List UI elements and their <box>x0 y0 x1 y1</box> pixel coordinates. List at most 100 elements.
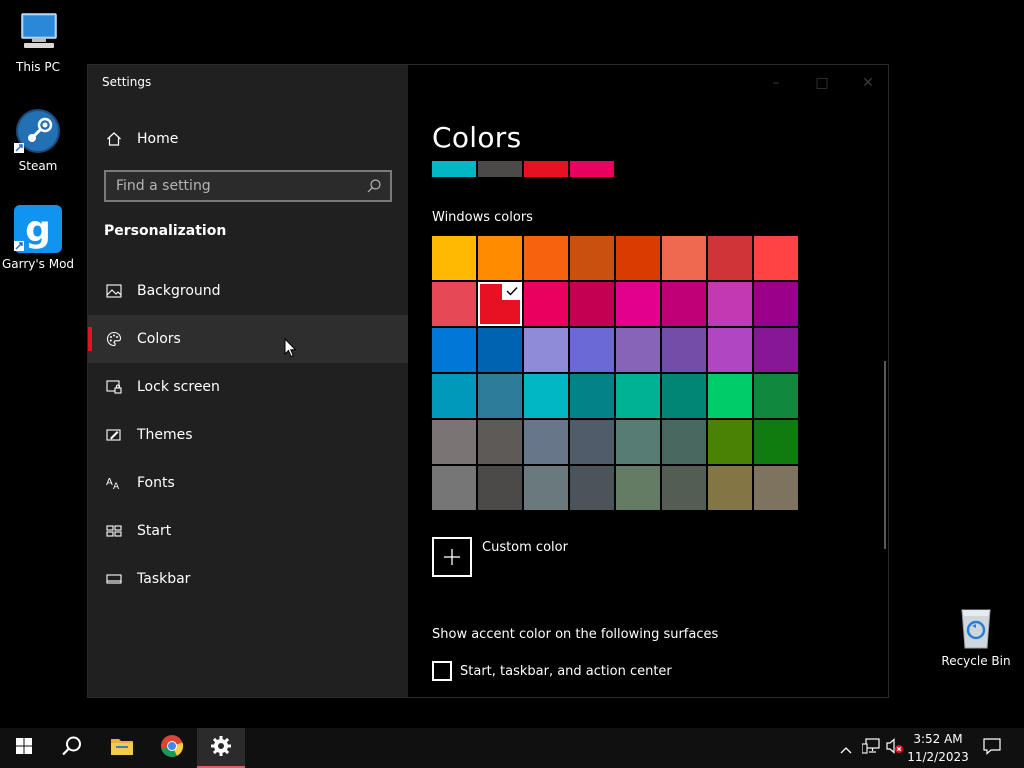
color-swatch[interactable] <box>754 328 798 372</box>
color-swatch[interactable] <box>708 374 752 418</box>
color-swatch[interactable] <box>662 328 706 372</box>
color-swatch[interactable] <box>570 466 614 510</box>
custom-color-button[interactable]: Custom color <box>432 537 568 577</box>
sidebar-item-taskbar[interactable]: Taskbar <box>88 555 408 603</box>
close-button[interactable]: ✕ <box>858 73 878 93</box>
color-swatch[interactable] <box>570 282 614 326</box>
volume-button[interactable] <box>884 728 906 768</box>
color-swatch[interactable] <box>754 282 798 326</box>
accent-start-taskbar-option[interactable]: Start, taskbar, and action center <box>432 661 672 681</box>
color-swatch[interactable] <box>708 236 752 280</box>
color-swatch[interactable] <box>570 420 614 464</box>
computer-icon <box>14 8 62 56</box>
color-swatch[interactable] <box>478 282 522 326</box>
custom-color-label: Custom color <box>482 540 568 555</box>
color-swatch[interactable] <box>754 420 798 464</box>
desktop-icon-recycle-bin[interactable]: Recycle Bin <box>938 602 1014 668</box>
color-swatch[interactable] <box>662 374 706 418</box>
desktop-icon-garrys-mod[interactable]: g Garry's Mod <box>0 205 76 271</box>
color-swatch[interactable] <box>754 466 798 510</box>
color-swatch[interactable] <box>478 328 522 372</box>
desktop-icon-label: Garry's Mod <box>1 257 75 271</box>
color-swatch[interactable] <box>570 374 614 418</box>
color-swatch[interactable] <box>662 236 706 280</box>
minimize-button[interactable]: – <box>766 73 786 93</box>
color-swatch[interactable] <box>570 236 614 280</box>
desktop-icon-this-pc[interactable]: This PC <box>0 8 76 74</box>
accent-surfaces-title: Show accent color on the following surfa… <box>432 627 719 642</box>
mouse-cursor-icon <box>284 337 298 358</box>
color-swatch[interactable] <box>708 420 752 464</box>
recent-color-swatch[interactable] <box>570 161 614 177</box>
sidebar-item-label: Home <box>137 131 179 147</box>
color-swatch[interactable] <box>524 374 568 418</box>
sidebar-item-lock-screen[interactable]: Lock screen <box>88 363 408 411</box>
color-swatch[interactable] <box>478 236 522 280</box>
color-swatch[interactable] <box>478 420 522 464</box>
chrome-button[interactable] <box>148 728 196 768</box>
file-explorer-button[interactable] <box>98 728 146 768</box>
accent-start-taskbar-checkbox[interactable] <box>432 661 452 681</box>
colors-page: – □ ✕ Colors Windows colors Custom color… <box>408 65 888 697</box>
color-swatch[interactable] <box>524 420 568 464</box>
color-swatch[interactable] <box>524 236 568 280</box>
recent-color-swatch[interactable] <box>432 161 476 177</box>
color-swatch[interactable] <box>524 466 568 510</box>
color-swatch[interactable] <box>616 420 660 464</box>
color-swatch[interactable] <box>478 466 522 510</box>
color-swatch[interactable] <box>432 420 476 464</box>
network-button[interactable] <box>860 728 882 768</box>
clock-time: 3:52 AM <box>913 732 963 746</box>
color-swatch[interactable] <box>662 420 706 464</box>
color-swatch[interactable] <box>478 374 522 418</box>
sidebar-item-label: Themes <box>137 427 193 443</box>
desktop-icon-label: This PC <box>16 60 60 74</box>
color-swatch[interactable] <box>570 328 614 372</box>
color-swatch[interactable] <box>708 466 752 510</box>
sidebar-item-themes[interactable]: Themes <box>88 411 408 459</box>
recent-color-swatch[interactable] <box>478 161 522 177</box>
color-swatch[interactable] <box>662 282 706 326</box>
recent-colors <box>432 161 614 177</box>
lock-screen-icon <box>105 378 123 396</box>
sidebar-item-label: Fonts <box>137 475 175 491</box>
sidebar-item-background[interactable]: Background <box>88 267 408 315</box>
color-swatch[interactable] <box>662 466 706 510</box>
color-swatch[interactable] <box>524 282 568 326</box>
color-swatch[interactable] <box>432 466 476 510</box>
sidebar-item-home[interactable]: Home <box>88 121 408 157</box>
sidebar-item-fonts[interactable]: AA Fonts <box>88 459 408 507</box>
color-swatch[interactable] <box>616 236 660 280</box>
start-tiles-icon <box>105 522 123 540</box>
color-swatch[interactable] <box>524 328 568 372</box>
color-swatch[interactable] <box>616 328 660 372</box>
desktop-icon-steam[interactable]: Steam <box>0 107 76 173</box>
recent-color-swatch[interactable] <box>524 161 568 177</box>
color-swatch[interactable] <box>616 374 660 418</box>
search-icon[interactable] <box>366 178 382 194</box>
color-swatch[interactable] <box>708 328 752 372</box>
sidebar-item-label: Start <box>137 523 172 539</box>
color-swatch[interactable] <box>432 374 476 418</box>
scrollbar[interactable] <box>884 361 886 549</box>
color-swatch[interactable] <box>432 282 476 326</box>
maximize-button[interactable]: □ <box>812 73 832 93</box>
color-swatch[interactable] <box>432 236 476 280</box>
color-swatch[interactable] <box>754 374 798 418</box>
color-swatch[interactable] <box>708 282 752 326</box>
taskbar-clock[interactable]: 3:52 AM 11/2/2023 <box>906 730 970 766</box>
sidebar-item-start[interactable]: Start <box>88 507 408 555</box>
search-input[interactable]: Find a setting <box>104 170 392 202</box>
color-swatch[interactable] <box>432 328 476 372</box>
action-center-button[interactable] <box>978 728 1006 768</box>
color-swatch[interactable] <box>616 466 660 510</box>
search-icon <box>61 735 83 761</box>
color-swatch[interactable] <box>616 282 660 326</box>
color-swatch[interactable] <box>754 236 798 280</box>
show-hidden-icons-button[interactable] <box>836 728 856 768</box>
palette-icon <box>105 330 123 348</box>
start-button[interactable] <box>0 728 48 768</box>
sidebar-item-colors[interactable]: Colors <box>88 315 408 363</box>
search-button[interactable] <box>48 728 96 768</box>
settings-taskbar-button[interactable] <box>197 728 245 768</box>
